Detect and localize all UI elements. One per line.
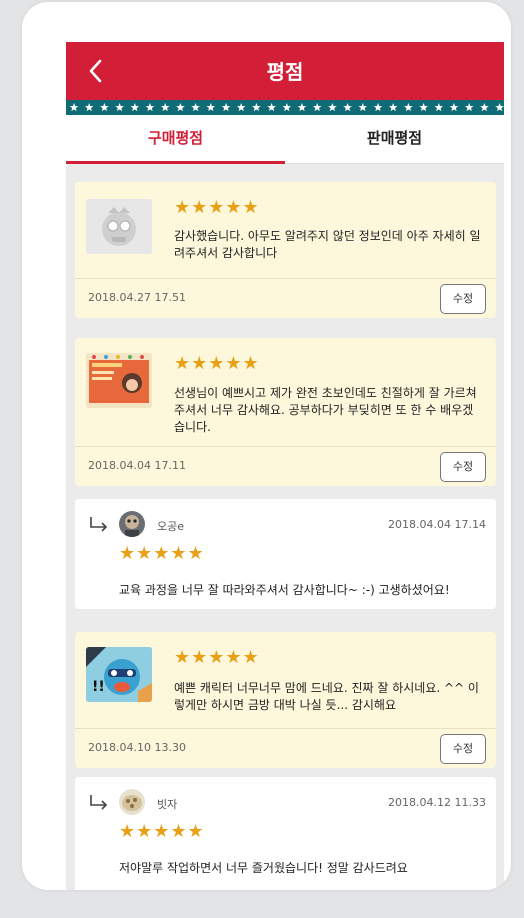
edit-button[interactable]: 수정 (440, 452, 486, 482)
tab-bar: 구매평점 판매평점 (66, 115, 504, 164)
review-date: 2018.04.10 13.30 (88, 741, 186, 754)
strip-star-icon (176, 103, 185, 112)
strip-star-icon (480, 103, 489, 112)
reply-text: 저야말루 작업하면서 너무 즐거웠습니다! 정말 감사드려요 (119, 861, 408, 875)
review-body: ★★★★★ 선생님이 예쁘시고 제가 완전 초보인데도 친절하게 잘 가르쳐주셔… (75, 338, 496, 446)
seller-reply: 빗자 2018.04.12 11.33 ★★★★★ 저야말루 작업하면서 너무 … (75, 777, 496, 890)
strip-star-icon (115, 103, 124, 112)
reply-date: 2018.04.04 17.14 (388, 518, 486, 531)
rating-stars: ★★★★★ (174, 353, 260, 374)
review-body: ★★★★★ 감사했습니다. 아무도 알려주지 않던 정보인데 아주 자세히 일려… (75, 182, 496, 278)
edit-button[interactable]: 수정 (440, 284, 486, 314)
strip-star-icon (312, 103, 322, 112)
strip-star-icon (130, 103, 140, 112)
product-thumbnail[interactable]: !! (86, 647, 152, 702)
review-date: 2018.04.27 17.51 (88, 291, 186, 304)
strip-star-icon (404, 103, 413, 112)
strip-star-icon (100, 103, 109, 112)
strip-star-icon (145, 103, 155, 112)
avatar[interactable] (119, 511, 145, 537)
strip-star-icon (343, 103, 352, 112)
strip-star-icon (206, 103, 216, 112)
review-card: !! ★★★★★ 예쁜 캐릭터 너무너무 맘에 드네요. 진짜 잘 하시네요. … (75, 632, 496, 768)
strip-star-icon (434, 103, 444, 112)
app-screen: 평점 구매평점 판매평점 ★★★★★ 감사했습니다. 아무도 알려주지 않던 정… (66, 42, 504, 890)
svg-text:!!: !! (92, 679, 105, 695)
rating-stars: ★★★★★ (174, 647, 260, 668)
strip-star-icon (267, 103, 276, 112)
reply-author-name: 빗자 (157, 798, 178, 811)
review-date: 2018.04.04 17.11 (88, 459, 186, 472)
strip-star-icon (84, 103, 94, 112)
seller-reply: 오공e 2018.04.04 17.14 ★★★★★ 교육 과정을 너무 잘 따… (75, 499, 496, 609)
review-text: 감사했습니다. 아무도 알려주지 않던 정보인데 아주 자세히 일려주셔서 감사… (174, 229, 481, 260)
strip-star-icon (464, 103, 474, 112)
strip-star-icon (282, 103, 292, 112)
app-header: 평점 (66, 42, 504, 100)
strip-star-icon (236, 103, 246, 112)
reply-arrow-icon (90, 795, 108, 810)
tab-sales-ratings[interactable]: 판매평점 (285, 115, 504, 163)
strip-star-icon (495, 103, 504, 112)
rating-stars: ★★★★★ (119, 543, 205, 564)
review-card: ★★★★★ 감사했습니다. 아무도 알려주지 않던 정보인데 아주 자세히 일려… (75, 182, 496, 318)
review-body: !! ★★★★★ 예쁜 캐릭터 너무너무 맘에 드네요. 진짜 잘 하시네요. … (75, 632, 496, 728)
edit-button[interactable]: 수정 (440, 734, 486, 764)
product-thumbnail[interactable] (86, 353, 152, 408)
review-text: 예쁜 캐릭터 너무너무 맘에 드네요. 진짜 잘 하시네요. ^^ 이렇게만 하… (174, 681, 479, 712)
review-text: 선생님이 예쁘시고 제가 완전 초보인데도 친절하게 잘 가르쳐주셔서 너무 감… (174, 386, 477, 434)
product-thumbnail[interactable] (86, 199, 152, 254)
page-title: 평점 (266, 60, 304, 84)
review-footer: 2018.04.10 13.30 수정 (75, 728, 496, 768)
strip-star-icon (297, 103, 307, 112)
strip-star-icon (449, 103, 459, 112)
review-card: ★★★★★ 선생님이 예쁘시고 제가 완전 초보인데도 친절하게 잘 가르쳐주셔… (75, 338, 496, 486)
strip-star-icon (221, 103, 231, 112)
rating-stars: ★★★★★ (174, 197, 260, 218)
reply-text: 교육 과정을 너무 잘 따라와주셔서 감사합니다~ :-) 고생하셨어요! (119, 583, 450, 597)
strip-star-icon (69, 103, 79, 112)
phone-frame: 평점 구매평점 판매평점 ★★★★★ 감사했습니다. 아무도 알려주지 않던 정… (22, 2, 511, 890)
decorative-star-strip (66, 100, 504, 115)
reply-date: 2018.04.12 11.33 (388, 796, 486, 809)
reply-arrow-icon (90, 517, 108, 532)
strip-star-icon (191, 103, 200, 112)
review-footer: 2018.04.04 17.11 수정 (75, 446, 496, 486)
strip-star-icon (388, 103, 398, 112)
strip-star-icon (328, 103, 337, 112)
tab-purchase-ratings[interactable]: 구매평점 (66, 115, 285, 164)
strip-star-icon (252, 103, 261, 112)
review-footer: 2018.04.27 17.51 수정 (75, 278, 496, 318)
rating-stars: ★★★★★ (119, 821, 205, 842)
strip-star-icon (419, 103, 428, 112)
strip-star-icon (358, 103, 368, 112)
strip-star-icon (160, 103, 170, 112)
strip-star-icon (373, 103, 383, 112)
avatar[interactable] (119, 789, 145, 815)
reply-author-name: 오공e (157, 520, 185, 533)
